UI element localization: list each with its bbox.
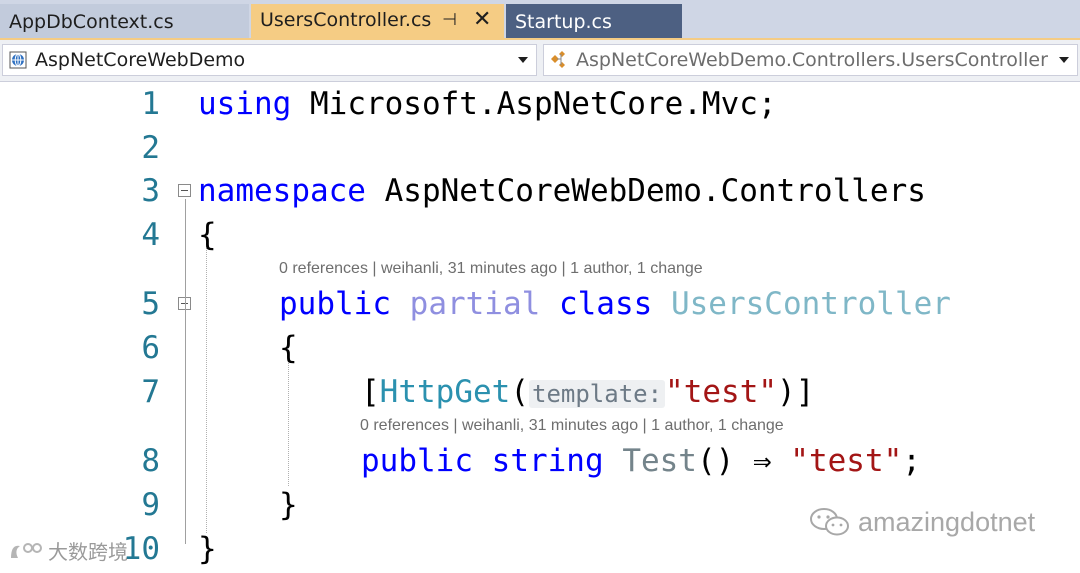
paren: (	[510, 374, 529, 410]
keyword: public	[361, 443, 473, 479]
document-tab-bar: AppDbContext.cs UsersController.cs ⊣ ✕ S…	[0, 0, 1080, 40]
code-line-7: [HttpGet(template:"test")]	[361, 374, 814, 410]
codelens[interactable]: 0 references | weihanli, 31 minutes ago …	[360, 417, 784, 435]
close-icon[interactable]: ✕	[473, 7, 491, 32]
parameter-hint: template:	[529, 380, 666, 408]
punctuation: () ⇒	[696, 443, 791, 479]
line-number: 1	[141, 86, 160, 122]
code-text: AspNetCoreWebDemo.Controllers	[365, 173, 926, 209]
watermark-right: amazingdotnet	[808, 506, 1035, 538]
brace: }	[279, 487, 298, 523]
code-line-3: namespace AspNetCoreWebDemo.Controllers	[198, 173, 926, 209]
watermark-logo-icon	[8, 540, 42, 562]
line-number: 5	[141, 286, 160, 322]
code-line-6: {	[279, 330, 298, 366]
watermark-text: amazingdotnet	[858, 506, 1036, 537]
tab-appdbcontext[interactable]: AppDbContext.cs	[0, 4, 249, 39]
code-line-1: using Microsoft.AspNetCore.Mvc;	[198, 86, 777, 122]
collapse-icon[interactable]	[178, 184, 191, 197]
tab-startup[interactable]: Startup.cs	[506, 4, 682, 39]
line-number: 6	[141, 330, 160, 366]
chevron-down-icon[interactable]	[1059, 57, 1069, 63]
class-icon	[548, 49, 570, 71]
brace: {	[198, 217, 217, 253]
code-line-4: {	[198, 217, 217, 253]
code-line-10: }	[198, 531, 217, 567]
outline-bar	[185, 199, 186, 544]
code-line-8: public string Test() ⇒ "test";	[361, 443, 921, 479]
watermark-text: 大数跨境	[48, 542, 128, 564]
type-scope-name: AspNetCoreWebDemo.Controllers.UsersContr…	[576, 49, 1048, 71]
project-dropdown[interactable]: AspNetCoreWebDemo	[2, 44, 537, 76]
project-name: AspNetCoreWebDemo	[35, 49, 246, 71]
keyword: namespace	[198, 173, 366, 209]
bracket: )]	[777, 374, 815, 410]
code-editor[interactable]: 1 2 3 4 5 6 7 8 9 10 using Microsoft.Asp…	[0, 83, 1080, 573]
line-number: 4	[141, 217, 160, 253]
attribute-name: HttpGet	[379, 374, 511, 410]
brace: }	[198, 531, 217, 567]
brace: {	[279, 330, 298, 366]
line-number: 9	[141, 487, 160, 523]
keyword: public	[279, 286, 391, 322]
keyword: string	[491, 443, 604, 479]
code-text: Microsoft.AspNetCore.Mvc;	[291, 86, 777, 122]
string-literal: "test"	[790, 443, 903, 479]
class-name: UsersController	[670, 286, 951, 322]
indent-guide	[288, 356, 289, 486]
semicolon: ;	[902, 443, 921, 479]
chevron-down-icon[interactable]	[518, 57, 528, 63]
line-number: 3	[141, 173, 160, 209]
line-number: 2	[141, 130, 160, 166]
codelens[interactable]: 0 references | weihanli, 31 minutes ago …	[279, 260, 703, 278]
keyword: using	[198, 86, 292, 122]
keyword: partial	[409, 286, 541, 322]
wechat-icon	[808, 506, 852, 538]
keyword: class	[558, 286, 653, 322]
code-line-5: public partial class UsersController	[279, 286, 951, 322]
pin-icon[interactable]: ⊣	[442, 10, 457, 30]
bracket: [	[361, 374, 380, 410]
globe-icon	[7, 49, 29, 71]
tab-label: Startup.cs	[515, 10, 612, 33]
tab-label: UsersController.cs	[260, 9, 432, 31]
watermark-left: 大数跨境	[8, 536, 128, 565]
navigation-bar: AspNetCoreWebDemo AspNetCoreWebDemo.Cont…	[0, 40, 1080, 82]
line-number: 8	[141, 443, 160, 479]
indent-guide	[206, 243, 207, 533]
tab-userscontroller[interactable]: UsersController.cs ⊣ ✕	[251, 4, 504, 39]
line-number: 7	[141, 374, 160, 410]
type-scope-dropdown[interactable]: AspNetCoreWebDemo.Controllers.UsersContr…	[543, 44, 1078, 76]
code-line-9: }	[279, 487, 298, 523]
tab-label: AppDbContext.cs	[9, 10, 174, 33]
string-literal: "test"	[665, 374, 778, 410]
method-name: Test	[622, 443, 697, 479]
